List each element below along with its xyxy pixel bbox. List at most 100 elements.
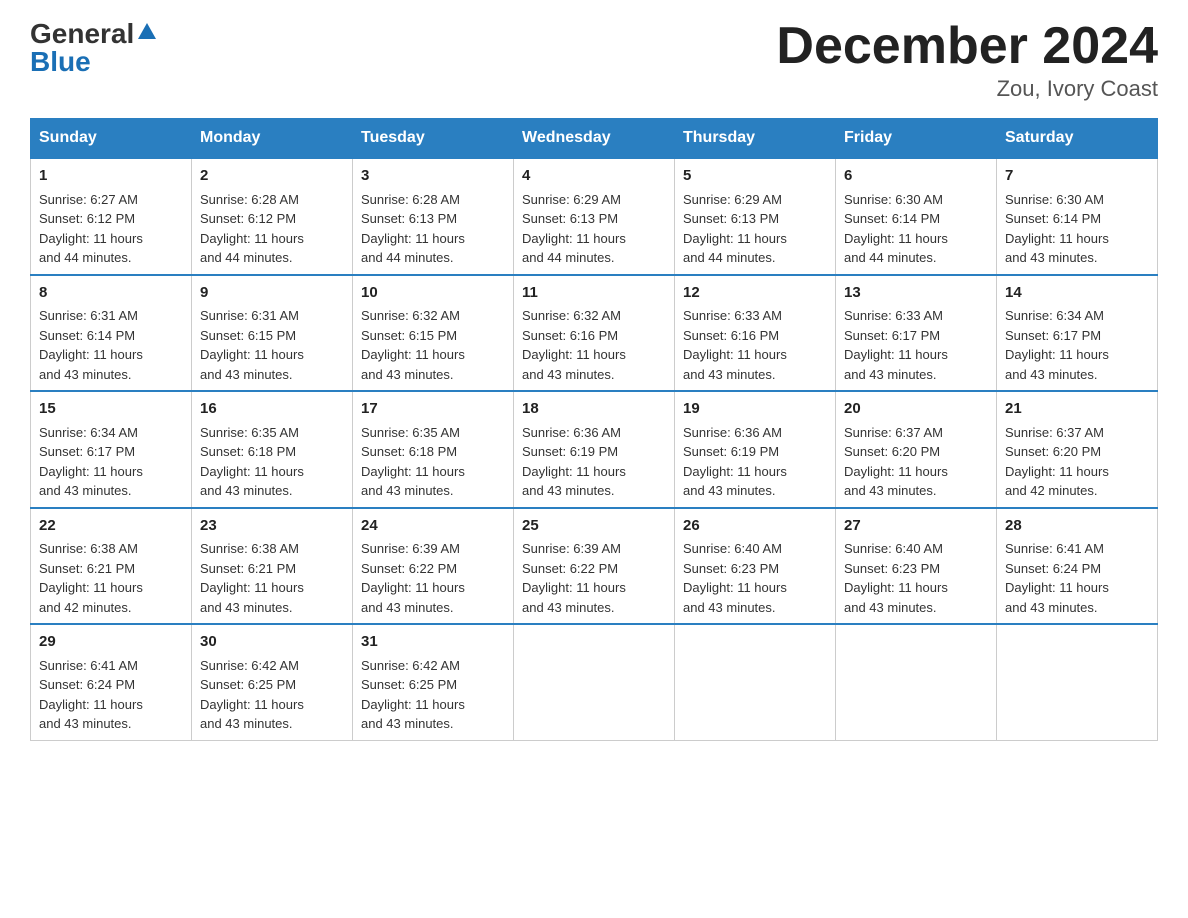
calendar-cell: 4 Sunrise: 6:29 AMSunset: 6:13 PMDayligh… (514, 158, 675, 275)
calendar-cell: 16 Sunrise: 6:35 AMSunset: 6:18 PMDaylig… (192, 391, 353, 508)
location-text: Zou, Ivory Coast (776, 76, 1158, 102)
calendar-cell: 28 Sunrise: 6:41 AMSunset: 6:24 PMDaylig… (997, 508, 1158, 625)
header-friday: Friday (836, 119, 997, 159)
calendar-body: 1 Sunrise: 6:27 AMSunset: 6:12 PMDayligh… (31, 158, 1158, 740)
day-info: Sunrise: 6:31 AMSunset: 6:15 PMDaylight:… (200, 308, 304, 382)
calendar-cell (997, 624, 1158, 740)
day-info: Sunrise: 6:41 AMSunset: 6:24 PMDaylight:… (1005, 541, 1109, 615)
calendar-cell: 26 Sunrise: 6:40 AMSunset: 6:23 PMDaylig… (675, 508, 836, 625)
logo-blue-text: Blue (30, 46, 91, 77)
header-thursday: Thursday (675, 119, 836, 159)
week-row-4: 22 Sunrise: 6:38 AMSunset: 6:21 PMDaylig… (31, 508, 1158, 625)
week-row-2: 8 Sunrise: 6:31 AMSunset: 6:14 PMDayligh… (31, 275, 1158, 392)
header-tuesday: Tuesday (353, 119, 514, 159)
calendar-cell: 19 Sunrise: 6:36 AMSunset: 6:19 PMDaylig… (675, 391, 836, 508)
week-row-1: 1 Sunrise: 6:27 AMSunset: 6:12 PMDayligh… (31, 158, 1158, 275)
calendar-header: SundayMondayTuesdayWednesdayThursdayFrid… (31, 119, 1158, 159)
day-info: Sunrise: 6:36 AMSunset: 6:19 PMDaylight:… (683, 425, 787, 499)
calendar-cell: 20 Sunrise: 6:37 AMSunset: 6:20 PMDaylig… (836, 391, 997, 508)
calendar-cell: 3 Sunrise: 6:28 AMSunset: 6:13 PMDayligh… (353, 158, 514, 275)
day-number: 18 (522, 398, 666, 421)
day-number: 28 (1005, 515, 1149, 538)
calendar-cell (514, 624, 675, 740)
calendar-cell: 27 Sunrise: 6:40 AMSunset: 6:23 PMDaylig… (836, 508, 997, 625)
day-number: 15 (39, 398, 183, 421)
calendar-cell: 2 Sunrise: 6:28 AMSunset: 6:12 PMDayligh… (192, 158, 353, 275)
day-info: Sunrise: 6:42 AMSunset: 6:25 PMDaylight:… (361, 658, 465, 732)
day-number: 13 (844, 282, 988, 305)
header-saturday: Saturday (997, 119, 1158, 159)
day-number: 30 (200, 631, 344, 654)
page-header: General Blue December 2024 Zou, Ivory Co… (30, 20, 1158, 102)
calendar-cell: 29 Sunrise: 6:41 AMSunset: 6:24 PMDaylig… (31, 624, 192, 740)
day-number: 20 (844, 398, 988, 421)
calendar-cell: 23 Sunrise: 6:38 AMSunset: 6:21 PMDaylig… (192, 508, 353, 625)
header-wednesday: Wednesday (514, 119, 675, 159)
day-number: 29 (39, 631, 183, 654)
day-info: Sunrise: 6:31 AMSunset: 6:14 PMDaylight:… (39, 308, 143, 382)
day-info: Sunrise: 6:39 AMSunset: 6:22 PMDaylight:… (522, 541, 626, 615)
day-info: Sunrise: 6:34 AMSunset: 6:17 PMDaylight:… (39, 425, 143, 499)
day-info: Sunrise: 6:34 AMSunset: 6:17 PMDaylight:… (1005, 308, 1109, 382)
calendar-cell: 21 Sunrise: 6:37 AMSunset: 6:20 PMDaylig… (997, 391, 1158, 508)
day-info: Sunrise: 6:28 AMSunset: 6:12 PMDaylight:… (200, 192, 304, 266)
calendar-cell: 22 Sunrise: 6:38 AMSunset: 6:21 PMDaylig… (31, 508, 192, 625)
calendar-cell: 12 Sunrise: 6:33 AMSunset: 6:16 PMDaylig… (675, 275, 836, 392)
day-number: 19 (683, 398, 827, 421)
day-info: Sunrise: 6:36 AMSunset: 6:19 PMDaylight:… (522, 425, 626, 499)
day-info: Sunrise: 6:38 AMSunset: 6:21 PMDaylight:… (200, 541, 304, 615)
calendar-cell: 8 Sunrise: 6:31 AMSunset: 6:14 PMDayligh… (31, 275, 192, 392)
calendar-cell: 5 Sunrise: 6:29 AMSunset: 6:13 PMDayligh… (675, 158, 836, 275)
day-number: 11 (522, 282, 666, 305)
day-info: Sunrise: 6:37 AMSunset: 6:20 PMDaylight:… (844, 425, 948, 499)
day-info: Sunrise: 6:28 AMSunset: 6:13 PMDaylight:… (361, 192, 465, 266)
logo-triangle-icon (136, 21, 158, 43)
day-number: 24 (361, 515, 505, 538)
day-info: Sunrise: 6:32 AMSunset: 6:16 PMDaylight:… (522, 308, 626, 382)
calendar-cell (675, 624, 836, 740)
day-number: 2 (200, 165, 344, 188)
logo: General Blue (30, 20, 158, 76)
week-row-5: 29 Sunrise: 6:41 AMSunset: 6:24 PMDaylig… (31, 624, 1158, 740)
day-number: 27 (844, 515, 988, 538)
day-info: Sunrise: 6:29 AMSunset: 6:13 PMDaylight:… (683, 192, 787, 266)
calendar-cell: 10 Sunrise: 6:32 AMSunset: 6:15 PMDaylig… (353, 275, 514, 392)
calendar-cell: 17 Sunrise: 6:35 AMSunset: 6:18 PMDaylig… (353, 391, 514, 508)
day-number: 31 (361, 631, 505, 654)
header-monday: Monday (192, 119, 353, 159)
day-info: Sunrise: 6:30 AMSunset: 6:14 PMDaylight:… (844, 192, 948, 266)
calendar-cell: 9 Sunrise: 6:31 AMSunset: 6:15 PMDayligh… (192, 275, 353, 392)
day-info: Sunrise: 6:40 AMSunset: 6:23 PMDaylight:… (844, 541, 948, 615)
calendar-table: SundayMondayTuesdayWednesdayThursdayFrid… (30, 118, 1158, 741)
day-info: Sunrise: 6:38 AMSunset: 6:21 PMDaylight:… (39, 541, 143, 615)
day-number: 26 (683, 515, 827, 538)
header-sunday: Sunday (31, 119, 192, 159)
title-section: December 2024 Zou, Ivory Coast (776, 20, 1158, 102)
day-number: 6 (844, 165, 988, 188)
day-info: Sunrise: 6:27 AMSunset: 6:12 PMDaylight:… (39, 192, 143, 266)
day-number: 8 (39, 282, 183, 305)
month-year-title: December 2024 (776, 20, 1158, 72)
day-info: Sunrise: 6:29 AMSunset: 6:13 PMDaylight:… (522, 192, 626, 266)
day-number: 14 (1005, 282, 1149, 305)
day-info: Sunrise: 6:37 AMSunset: 6:20 PMDaylight:… (1005, 425, 1109, 499)
day-info: Sunrise: 6:39 AMSunset: 6:22 PMDaylight:… (361, 541, 465, 615)
day-number: 5 (683, 165, 827, 188)
calendar-cell: 25 Sunrise: 6:39 AMSunset: 6:22 PMDaylig… (514, 508, 675, 625)
calendar-cell: 31 Sunrise: 6:42 AMSunset: 6:25 PMDaylig… (353, 624, 514, 740)
calendar-cell: 7 Sunrise: 6:30 AMSunset: 6:14 PMDayligh… (997, 158, 1158, 275)
calendar-cell: 30 Sunrise: 6:42 AMSunset: 6:25 PMDaylig… (192, 624, 353, 740)
day-number: 22 (39, 515, 183, 538)
day-info: Sunrise: 6:35 AMSunset: 6:18 PMDaylight:… (200, 425, 304, 499)
day-number: 17 (361, 398, 505, 421)
day-info: Sunrise: 6:35 AMSunset: 6:18 PMDaylight:… (361, 425, 465, 499)
day-info: Sunrise: 6:30 AMSunset: 6:14 PMDaylight:… (1005, 192, 1109, 266)
day-info: Sunrise: 6:40 AMSunset: 6:23 PMDaylight:… (683, 541, 787, 615)
day-info: Sunrise: 6:33 AMSunset: 6:16 PMDaylight:… (683, 308, 787, 382)
day-number: 10 (361, 282, 505, 305)
calendar-cell: 13 Sunrise: 6:33 AMSunset: 6:17 PMDaylig… (836, 275, 997, 392)
day-info: Sunrise: 6:42 AMSunset: 6:25 PMDaylight:… (200, 658, 304, 732)
calendar-cell: 1 Sunrise: 6:27 AMSunset: 6:12 PMDayligh… (31, 158, 192, 275)
logo-general-text: General (30, 20, 134, 48)
day-number: 25 (522, 515, 666, 538)
